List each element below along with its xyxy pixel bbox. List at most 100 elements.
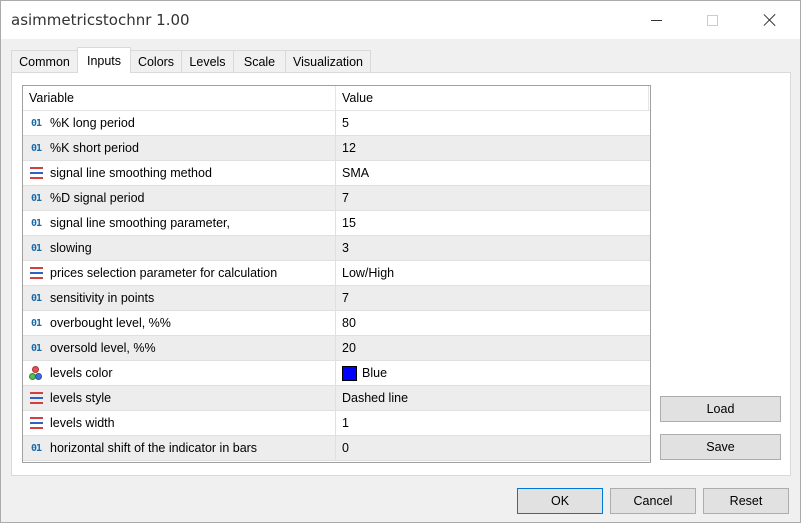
cancel-button[interactable]: Cancel [610,488,696,514]
inputs-grid: Variable Value 01 %K long period 5 01 %K sho… [22,85,651,463]
value-text: 20 [342,341,356,355]
value-text: 15 [342,216,356,230]
maximize-button [689,1,735,39]
value-text: 3 [342,241,349,255]
integer-icon: 01 [28,440,44,456]
variable-cell: 01 %D signal period [23,186,335,210]
variable-label: signal line smoothing method [50,166,212,180]
value-cell[interactable]: 15 [335,211,649,235]
integer-glyph: 01 [30,342,42,354]
value-cell[interactable]: Low/High [335,261,649,285]
variable-label: prices selection parameter for calculati… [50,266,278,280]
value-text: Blue [362,366,388,380]
table-row[interactable]: levels color Blue [23,361,650,386]
variable-cell: levels color [23,361,335,385]
variable-label: slowing [50,241,92,255]
ok-button[interactable]: OK [517,488,603,514]
column-header-variable[interactable]: Variable [23,86,74,111]
table-row[interactable]: 01 signal line smoothing parameter, 15 [23,211,650,236]
integer-icon: 01 [28,315,44,331]
enum-icon [28,390,44,406]
value-cell[interactable]: 12 [335,136,649,160]
variable-cell: 01 overbought level, %% [23,311,335,335]
value-cell[interactable]: 5 [335,111,649,135]
variable-label: %K short period [50,141,139,155]
variable-cell: 01 sensitivity in points [23,286,335,310]
column-header-value[interactable]: Value [336,86,373,111]
variable-label: signal line smoothing parameter, [50,216,230,230]
integer-glyph: 01 [30,242,42,254]
table-row[interactable]: 01 %D signal period 7 [23,186,650,211]
integer-icon: 01 [28,290,44,306]
variable-label: overbought level, %% [50,316,171,330]
color-swatch [342,365,357,381]
value-cell[interactable]: 80 [335,311,649,335]
value-cell[interactable]: 7 [335,186,649,210]
dialog-window: asimmetricstochnr 1.00 Common Inputs Col… [0,0,801,523]
table-row[interactable]: 01 %K short period 12 [23,136,650,161]
table-row[interactable]: signal line smoothing method SMA [23,161,650,186]
tab-colors[interactable]: Colors [130,50,182,73]
variable-label: oversold level, %% [50,341,156,355]
value-cell[interactable]: 0 [335,436,649,460]
integer-glyph: 01 [30,292,42,304]
variable-label: levels width [50,416,115,430]
value-text: 12 [342,141,356,155]
integer-glyph: 01 [30,117,42,129]
tab-common[interactable]: Common [11,50,78,73]
integer-icon: 01 [28,190,44,206]
value-cell[interactable]: 1 [335,411,649,435]
table-row[interactable]: prices selection parameter for calculati… [23,261,650,286]
table-row[interactable]: 01 overbought level, %% 80 [23,311,650,336]
value-text: 7 [342,191,349,205]
tab-scale[interactable]: Scale [233,50,286,73]
minimize-button[interactable] [633,1,679,39]
table-row[interactable]: levels style Dashed line [23,386,650,411]
variable-cell: 01 horizontal shift of the indicator in b… [23,436,335,460]
close-icon [763,13,777,27]
title-bar: asimmetricstochnr 1.00 [1,1,800,39]
load-button[interactable]: Load [660,396,781,422]
integer-icon: 01 [28,140,44,156]
value-cell[interactable]: 3 [335,236,649,260]
value-text: Dashed line [342,391,409,405]
value-cell[interactable]: SMA [335,161,649,185]
table-row[interactable]: 01 oversold level, %% 20 [23,336,650,361]
value-cell[interactable]: 7 [335,286,649,310]
variable-label: %D signal period [50,191,145,205]
tab-levels[interactable]: Levels [181,50,234,73]
value-cell[interactable]: Blue [335,361,649,385]
table-row[interactable]: 01 horizontal shift of the indicator in b… [23,436,650,461]
integer-glyph: 01 [30,317,42,329]
close-button[interactable] [747,1,793,39]
integer-glyph: 01 [30,442,42,454]
variable-cell: levels style [23,386,335,410]
variable-cell: 01 %K short period [23,136,335,160]
enum-icon [28,165,44,181]
value-text: 0 [342,441,349,455]
tab-inputs[interactable]: Inputs [77,47,131,73]
table-row[interactable]: 01 %K long period 5 [23,111,650,136]
value-text: 80 [342,316,356,330]
variable-label: levels color [50,366,113,380]
variable-cell: 01 slowing [23,236,335,260]
table-row[interactable]: 01 slowing 3 [23,236,650,261]
table-row[interactable]: levels width 1 [23,411,650,436]
minimize-icon [650,19,662,21]
integer-icon: 01 [28,215,44,231]
value-cell[interactable]: Dashed line [335,386,649,410]
tab-visualization[interactable]: Visualization [285,50,371,73]
variable-cell: 01 signal line smoothing parameter, [23,211,335,235]
variable-label: %K long period [50,116,135,130]
value-text: 1 [342,416,349,430]
reset-button[interactable]: Reset [703,488,789,514]
maximize-icon [706,14,718,26]
value-text: 5 [342,116,349,130]
grid-header: Variable Value [23,86,650,111]
save-button[interactable]: Save [660,434,781,460]
color-icon [28,365,44,381]
enum-icon [28,265,44,281]
integer-icon: 01 [28,240,44,256]
value-cell[interactable]: 20 [335,336,649,360]
table-row[interactable]: 01 sensitivity in points 7 [23,286,650,311]
